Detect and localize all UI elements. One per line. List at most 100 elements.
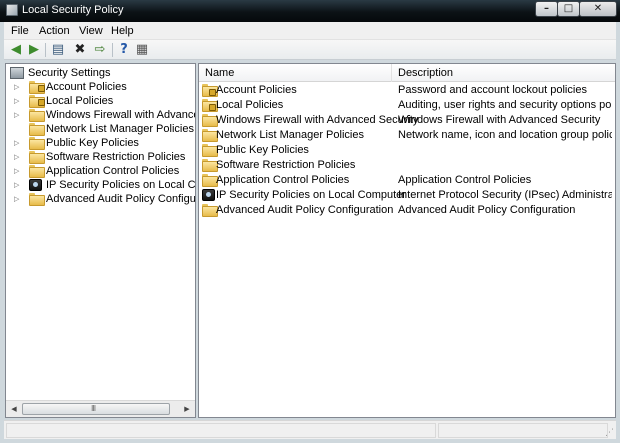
tree-pane: Security Settings ▷ Account Policies ▷ L… xyxy=(5,63,196,418)
ip-security-icon xyxy=(29,179,42,191)
column-header-description[interactable]: Description xyxy=(392,64,615,82)
minimize-button[interactable]: – xyxy=(535,1,558,17)
list-row[interactable]: Public Key Policies xyxy=(199,143,615,158)
menu-help[interactable]: Help xyxy=(109,25,136,37)
lock-icon xyxy=(209,89,216,96)
properties-icon[interactable]: ▦ xyxy=(134,42,150,58)
tree-item-label: Software Restriction Policies xyxy=(46,151,186,163)
export-list-icon[interactable]: ⇨ xyxy=(92,42,108,58)
menu-bar: File Action View Help xyxy=(4,22,616,40)
expand-icon[interactable]: ▷ xyxy=(14,192,22,206)
toolbar-separator xyxy=(112,43,113,57)
folder-icon xyxy=(29,109,45,122)
back-icon[interactable]: ◀ xyxy=(8,42,24,58)
tree-root-security-settings[interactable]: Security Settings xyxy=(9,66,195,80)
expand-icon[interactable]: ▷ xyxy=(14,178,22,192)
scrollbar-thumb[interactable]: III xyxy=(22,403,170,415)
expand-icon[interactable]: ▷ xyxy=(14,136,22,150)
tree-item-software-restriction[interactable]: ▷ Software Restriction Policies xyxy=(14,150,195,164)
help-icon[interactable]: ? xyxy=(116,42,132,58)
cell-name: Application Control Policies xyxy=(216,174,350,186)
delete-icon[interactable]: ✖ xyxy=(72,42,88,58)
cell-name: Local Policies xyxy=(216,99,284,111)
list-row[interactable]: Account Policies Password and account lo… xyxy=(199,83,615,98)
minimize-icon: – xyxy=(544,3,549,14)
expand-icon[interactable]: ▷ xyxy=(14,94,22,108)
status-section xyxy=(6,423,436,438)
tree-item-network-list-manager[interactable]: Network List Manager Policies xyxy=(14,122,195,136)
resize-grip-icon[interactable]: ⋰ xyxy=(605,428,614,438)
list-row[interactable]: Software Restriction Policies xyxy=(199,158,615,173)
cell-name: IP Security Policies on Local Computer xyxy=(216,189,406,201)
list-row[interactable]: Advanced Audit Policy Configuration Adva… xyxy=(199,203,615,218)
cell-description: Auditing, user rights and security optio… xyxy=(398,99,612,111)
folder-icon xyxy=(202,159,218,172)
folder-icon xyxy=(202,114,218,127)
expand-icon[interactable]: ▷ xyxy=(14,164,22,178)
folder-icon-wrap xyxy=(202,129,218,142)
list-header: Name Description xyxy=(199,64,615,82)
show-hide-tree-icon[interactable]: ▤ xyxy=(50,42,66,58)
list-row[interactable]: Network List Manager Policies Network na… xyxy=(199,128,615,143)
expand-icon[interactable]: ▷ xyxy=(14,80,22,94)
tree-item-public-key-policies[interactable]: ▷ Public Key Policies xyxy=(14,136,195,150)
title-bar[interactable]: Local Security Policy – □ ✕ xyxy=(0,0,620,22)
menu-action[interactable]: Action xyxy=(37,25,72,37)
lock-icon xyxy=(38,99,45,106)
folder-lock-icon xyxy=(202,99,218,112)
tree-item-ip-security[interactable]: ▷ IP Security Policies on Local Computer xyxy=(14,178,195,192)
maximize-button[interactable]: □ xyxy=(557,1,580,17)
tree-item-application-control[interactable]: ▷ Application Control Policies xyxy=(14,164,195,178)
cell-name: Windows Firewall with Advanced Security xyxy=(216,114,419,126)
tree-item-label: Application Control Policies xyxy=(46,165,180,177)
scroll-right-icon[interactable]: ▶ xyxy=(179,401,195,417)
folder-icon xyxy=(29,137,45,150)
cell-name: Network List Manager Policies xyxy=(216,129,364,141)
ip-security-icon xyxy=(202,189,215,201)
folder-icon xyxy=(29,165,45,178)
tree-root-label: Security Settings xyxy=(28,67,111,79)
forward-icon[interactable]: ▶ xyxy=(26,42,42,58)
ip-security-icon-wrap xyxy=(202,189,216,202)
folder-icon xyxy=(29,151,45,164)
lock-icon xyxy=(209,104,216,111)
list-row[interactable]: Local Policies Auditing, user rights and… xyxy=(199,98,615,113)
close-button[interactable]: ✕ xyxy=(579,1,617,17)
folder-icon xyxy=(202,204,218,217)
cell-description: Application Control Policies xyxy=(398,174,532,186)
menu-file[interactable]: File xyxy=(9,25,31,37)
folder-icon xyxy=(202,129,218,142)
list-row[interactable]: Windows Firewall with Advanced Security … xyxy=(199,113,615,128)
list-row[interactable]: Application Control Policies Application… xyxy=(199,173,615,188)
menu-view[interactable]: View xyxy=(77,25,105,37)
tree-item-label: Network List Manager Policies xyxy=(46,123,194,135)
tree-item-account-policies[interactable]: ▷ Account Policies xyxy=(14,80,195,94)
cell-description: Windows Firewall with Advanced Security xyxy=(398,114,601,126)
tree-item-label: Windows Firewall with Advanced Security xyxy=(46,109,195,121)
security-settings-icon xyxy=(10,67,24,79)
folder-icon xyxy=(202,144,218,157)
tree-item-advanced-audit[interactable]: ▷ Advanced Audit Policy Configuration xyxy=(14,192,195,206)
cell-name: Account Policies xyxy=(216,84,297,96)
cell-description: Network name, icon and location group po… xyxy=(398,129,612,141)
cell-name: Software Restriction Policies xyxy=(216,159,356,171)
cell-description: Password and account lockout policies xyxy=(398,84,587,96)
column-header-name[interactable]: Name xyxy=(199,64,392,82)
console-tree: Security Settings ▷ Account Policies ▷ L… xyxy=(6,64,195,398)
expand-icon[interactable]: ▷ xyxy=(14,150,22,164)
list-row[interactable]: IP Security Policies on Local Computer I… xyxy=(199,188,615,203)
cell-name: Advanced Audit Policy Configuration xyxy=(216,204,394,216)
expand-icon[interactable]: ▷ xyxy=(14,108,22,122)
main-window: Local Security Policy – □ ✕ File Action … xyxy=(0,0,620,443)
tree-item-local-policies[interactable]: ▷ Local Policies xyxy=(14,94,195,108)
tree-item-label: IP Security Policies on Local Computer xyxy=(46,179,195,191)
maximize-icon: □ xyxy=(563,3,574,14)
folder-icon-wrap xyxy=(202,144,218,157)
tree-item-label: Local Policies xyxy=(46,95,114,107)
horizontal-scrollbar[interactable]: ◀ III ▶ xyxy=(6,400,195,417)
folder-icon-wrap xyxy=(202,174,218,187)
tree-item-windows-firewall[interactable]: ▷ Windows Firewall with Advanced Securit… xyxy=(14,108,195,122)
scroll-left-icon[interactable]: ◀ xyxy=(6,401,22,417)
app-icon xyxy=(6,4,18,16)
tree-item-label: Account Policies xyxy=(46,81,127,93)
